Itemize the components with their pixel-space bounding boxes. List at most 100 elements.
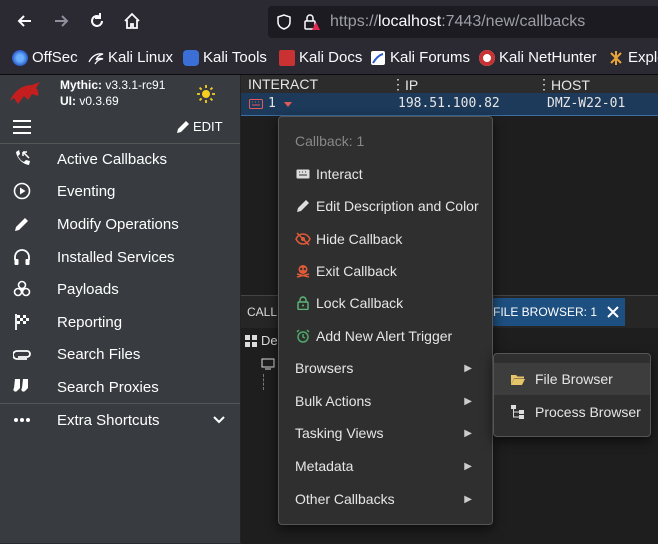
pencil-icon (295, 198, 311, 214)
edit-button[interactable]: EDIT (176, 119, 223, 134)
edit-label: EDIT (193, 119, 223, 134)
tree-root[interactable]: De (245, 333, 278, 348)
bookmark-exploit-db[interactable]: Exple (608, 49, 658, 66)
nav-search-proxies[interactable]: Search Proxies (0, 371, 240, 403)
keyboard-icon (295, 166, 311, 182)
sidebar: Mythic: v3.3.1-rc91 UI: v0.3.69 EDIT Act… (0, 75, 241, 543)
browsers-submenu: File Browser Process Browser (493, 353, 651, 437)
skull-icon (295, 263, 311, 279)
menu-item-lock-callback[interactable]: Lock Callback (279, 287, 492, 319)
shield-icon[interactable] (276, 14, 292, 30)
nav-label: Modify Operations (57, 215, 179, 233)
pencil-icon (12, 214, 32, 234)
menu-item-browsers[interactable]: Browsers ▶ (279, 352, 492, 384)
nav-active-callbacks[interactable]: Active Callbacks (0, 143, 240, 175)
nav-reporting[interactable]: Reporting (0, 306, 240, 338)
nav-modify-operations[interactable]: Modify Operations (0, 208, 240, 240)
menu-item-label: Hide Callback (316, 231, 403, 247)
submenu-item-file-browser[interactable]: File Browser (494, 363, 650, 395)
menu-item-hide-callback[interactable]: Hide Callback (279, 223, 492, 255)
tree-root-label: De (261, 333, 278, 348)
bookmark-label: Exple (628, 49, 658, 66)
computer-icon[interactable] (261, 358, 275, 370)
kali-forums-icon (371, 50, 385, 65)
pencil-icon (177, 120, 189, 133)
menu-item-other-callbacks[interactable]: Other Callbacks ▶ (279, 483, 492, 515)
lock-warning-icon[interactable] (302, 13, 320, 31)
forward-button[interactable] (46, 6, 76, 36)
caret-right-icon: ▶ (464, 362, 472, 374)
socks-icon (12, 377, 32, 397)
url-bar[interactable]: https://localhost:7443/new/callbacks (268, 6, 658, 38)
submenu-item-label: File Browser (535, 371, 613, 387)
submenu-item-process-browser[interactable]: Process Browser (494, 396, 650, 428)
menu-item-interact[interactable]: Interact (279, 158, 492, 190)
chevron-down-icon (213, 416, 225, 424)
forward-arrow-icon (55, 15, 69, 27)
column-header-ip[interactable]: ⋮ IP (391, 76, 418, 93)
caret-down-icon[interactable] (284, 102, 292, 107)
nav-label: Search Files (57, 345, 141, 363)
context-menu-header: Callback: 1 (295, 133, 365, 149)
menu-item-metadata[interactable]: Metadata ▶ (279, 450, 492, 482)
table-row[interactable]: 1 198.51.100.82 DMZ-W22-01 (241, 93, 658, 116)
bookmark-offsec[interactable]: OffSec (12, 49, 78, 66)
menu-item-label: Metadata (295, 458, 354, 474)
headphones-icon (12, 247, 32, 267)
nethunter-icon (479, 49, 495, 66)
bookmark-kali-nethunter[interactable]: Kali NetHunter (479, 49, 597, 66)
offsec-icon (12, 49, 28, 66)
kali-dragon-icon (88, 52, 104, 64)
nav-label: Payloads (57, 280, 119, 298)
column-header-interact[interactable]: INTERACT (248, 76, 318, 92)
nav-label: Active Callbacks (57, 150, 168, 168)
menu-item-edit-description[interactable]: Edit Description and Color (279, 190, 492, 222)
callback-host: DMZ-W22-01 (547, 96, 626, 111)
keyboard-icon[interactable] (249, 99, 263, 109)
nav-installed-services[interactable]: Installed Services (0, 241, 240, 273)
menu-item-tasking-views[interactable]: Tasking Views ▶ (279, 417, 492, 449)
eye-off-icon (295, 231, 311, 247)
sun-icon[interactable] (196, 84, 216, 104)
nav-extra-shortcuts[interactable]: Extra Shortcuts (0, 404, 240, 436)
phone-callback-icon (12, 149, 32, 169)
grid-icon (245, 334, 257, 347)
callback-id: 1 (268, 96, 276, 111)
bookmark-kali-linux[interactable]: Kali Linux (88, 49, 173, 66)
caret-right-icon: ▶ (464, 460, 472, 472)
nav-payloads[interactable]: Payloads (0, 273, 240, 305)
tab-callbacks[interactable]: CALL (247, 298, 277, 326)
nav-label: Reporting (57, 313, 123, 331)
nav-label: Eventing (57, 182, 116, 200)
nav-search-files[interactable]: Search Files (0, 338, 240, 370)
nav-eventing[interactable]: Eventing (0, 175, 240, 207)
callback-ip: 198.51.100.82 (398, 96, 500, 111)
column-header-host[interactable]: ⋮ HOST (537, 76, 590, 93)
sidebar-toolbar: EDIT (0, 111, 240, 144)
menu-item-label: Interact (316, 166, 363, 182)
bookmark-kali-tools[interactable]: Kali Tools (183, 49, 267, 66)
home-button[interactable] (117, 6, 147, 36)
reload-button[interactable] (82, 6, 112, 36)
tab-file-browser[interactable]: FILE BROWSER: 1 (487, 298, 626, 326)
mythic-logo-icon[interactable] (8, 81, 42, 109)
back-button[interactable] (10, 6, 40, 36)
bookmark-label: Kali NetHunter (499, 49, 597, 66)
biohazard-icon (12, 279, 32, 299)
hamburger-menu-icon[interactable] (13, 120, 31, 134)
bookmark-label: Kali Tools (203, 49, 267, 66)
home-icon (124, 12, 140, 29)
tab-label: FILE BROWSER: 1 (493, 305, 598, 319)
menu-item-exit-callback[interactable]: Exit Callback (279, 255, 492, 287)
caret-right-icon: ▶ (464, 395, 472, 407)
bookmark-kali-docs[interactable]: Kali Docs (279, 49, 362, 66)
menu-item-label: Tasking Views (295, 425, 384, 441)
menu-item-bulk-actions[interactable]: Bulk Actions ▶ (279, 385, 492, 417)
bookmark-kali-forums[interactable]: Kali Forums (370, 49, 470, 66)
close-icon[interactable] (607, 306, 619, 318)
nav-label: Extra Shortcuts (57, 411, 160, 429)
bookmarks-bar: OffSec Kali Linux Kali Tools Kali Docs K… (0, 42, 658, 75)
paperclip-icon (12, 344, 32, 364)
callbacks-table-header: INTERACT ⋮ IP ⋮ HOST (241, 75, 658, 93)
menu-item-add-alert-trigger[interactable]: Add New Alert Trigger (279, 320, 492, 352)
